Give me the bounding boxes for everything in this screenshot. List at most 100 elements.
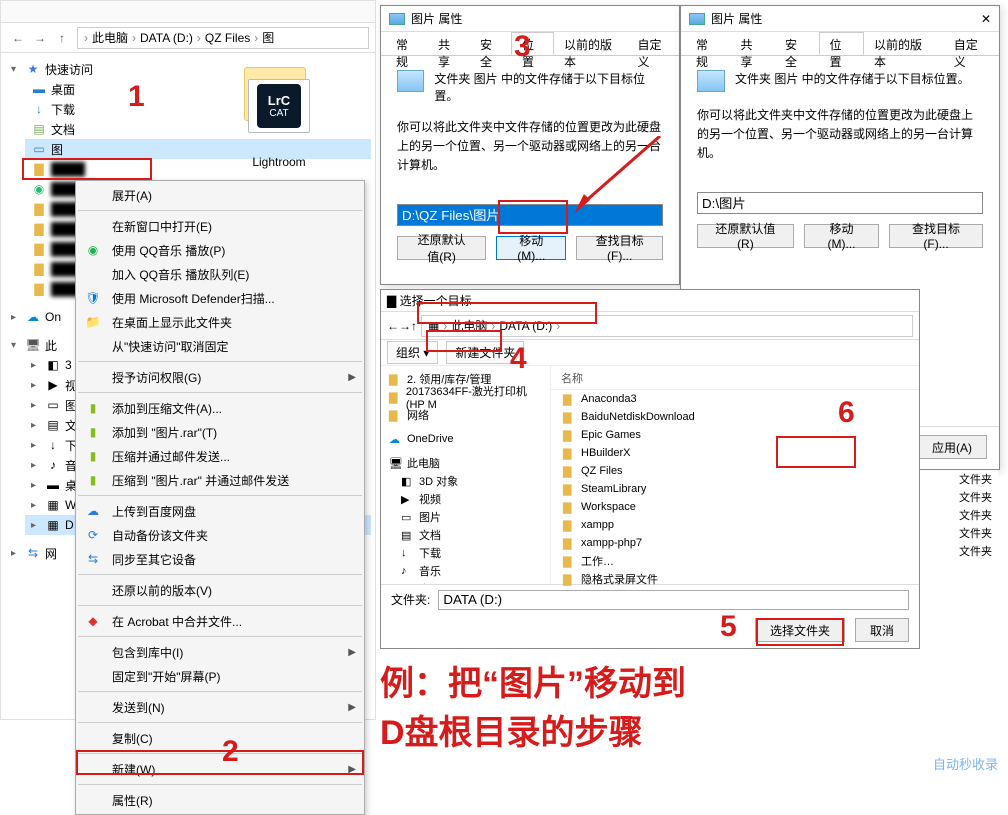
mi-qq-queue[interactable]: 加入 QQ音乐 播放队列(E) — [76, 262, 364, 286]
video-icon: ▶ — [45, 377, 61, 393]
find-target-button[interactable]: 查找目标(F)... — [576, 236, 663, 260]
mi-new[interactable]: 新建(W)▶ — [76, 757, 364, 781]
tree-this-pc[interactable]: 🖥此电脑 — [383, 454, 548, 472]
mi-add-archive[interactable]: ▮添加到压缩文件(A)... — [76, 396, 364, 420]
tab-security[interactable]: 安全 — [774, 32, 820, 55]
picker-title-bar[interactable]: ▇ 选择一个目标 — [381, 290, 919, 312]
rar-icon: ▮ — [84, 399, 102, 417]
picture-icon — [689, 13, 705, 25]
list-item[interactable]: ▇QZ Files — [551, 462, 919, 480]
tab-custom[interactable]: 自定义 — [943, 32, 1000, 55]
mi-zip-email[interactable]: ▮压缩并通过邮件发送... — [76, 444, 364, 468]
move-button[interactable]: 移动(M)... — [496, 236, 566, 260]
nav-back-icon[interactable]: ← — [7, 27, 29, 49]
new-folder-button[interactable]: 新建文件夹 — [446, 341, 524, 364]
desktop-icon: ▬ — [45, 477, 61, 493]
crumb-2[interactable]: QZ Files — [203, 31, 252, 45]
nav-forward-icon[interactable]: → — [29, 27, 51, 49]
restore-default-button[interactable]: 还原默认值(R) — [397, 236, 486, 260]
list-item[interactable]: ▇Anaconda3 — [551, 390, 919, 408]
tab-location[interactable]: 位置 — [819, 32, 865, 55]
tree-onedrive[interactable]: ☁OneDrive — [383, 430, 548, 448]
mi-baidu-upload[interactable]: ☁上传到百度网盘 — [76, 499, 364, 523]
list-item[interactable]: ▇HBuilderX — [551, 444, 919, 462]
mi-show-desktop[interactable]: 📁在桌面上显示此文件夹 — [76, 310, 364, 334]
tab-security[interactable]: 安全 — [469, 32, 512, 55]
folder-field-label: 文件夹: — [391, 591, 430, 608]
mi-acrobat-merge[interactable]: ◆在 Acrobat 中合并文件... — [76, 609, 364, 633]
mi-copy[interactable]: 复制(C) — [76, 726, 364, 750]
explorer-content[interactable]: LrC CAT Lightroom — [181, 57, 377, 169]
desktop-icon: ▬ — [31, 81, 47, 97]
folder-name-input[interactable] — [438, 590, 909, 610]
column-header-name[interactable]: 名称 — [551, 370, 919, 390]
breadcrumb[interactable]: › 此电脑 › DATA (D:) › QZ Files › 图 — [77, 27, 369, 49]
dialog-title-bar[interactable]: 图片 属性✕ — [681, 6, 999, 32]
folder-item[interactable]: LrC CAT Lightroom — [181, 65, 377, 169]
mi-auto-backup[interactable]: ⟳自动备份该文件夹 — [76, 523, 364, 547]
list-item[interactable]: ▇BaiduNetdiskDownload — [551, 408, 919, 426]
mi-grant-access[interactable]: 授予访问权限(G)▶ — [76, 365, 364, 389]
tree-videos[interactable]: ▶视频 — [383, 490, 548, 508]
tree-3d[interactable]: ◧3D 对象 — [383, 472, 548, 490]
tree-downloads[interactable]: ↓下载 — [383, 544, 548, 562]
crumb-0[interactable]: 此电脑 — [90, 29, 130, 46]
nav-forward-icon[interactable]: → — [399, 319, 411, 333]
mi-sync-other[interactable]: ⇆同步至其它设备 — [76, 547, 364, 571]
dlg-heading: 文件夹 图片 中的文件存储于以下目标位置。 — [735, 70, 970, 87]
mi-pin-start[interactable]: 固定到"开始"屏幕(P) — [76, 664, 364, 688]
apply-button[interactable]: 应用(A) — [917, 435, 987, 459]
mi-open-new-window[interactable]: 在新窗口中打开(E) — [76, 214, 364, 238]
tree-item[interactable]: ▇20173634FF-激光打印机 (HP M — [383, 388, 548, 406]
mi-qq-play[interactable]: ◉使用 QQ音乐 播放(P) — [76, 238, 364, 262]
nav-up-icon[interactable]: ↑ — [411, 319, 417, 333]
tab-location[interactable]: 位置 — [511, 32, 554, 55]
crumb-1[interactable]: DATA (D:) — [138, 31, 195, 45]
dialog-title-bar[interactable]: 图片 属性 — [381, 6, 679, 32]
picture-icon — [389, 13, 405, 25]
list-item[interactable]: ▇Workspace — [551, 498, 919, 516]
mi-add-rar[interactable]: ▮添加到 "图片.rar"(T) — [76, 420, 364, 444]
move-button[interactable]: 移动(M)... — [804, 224, 879, 248]
tab-share[interactable]: 共享 — [427, 32, 470, 55]
location-path-input[interactable] — [397, 204, 663, 226]
list-item[interactable]: ▇xampp-php7 — [551, 534, 919, 552]
close-icon[interactable]: ✕ — [981, 12, 991, 26]
list-item[interactable]: ▇工作… — [551, 552, 919, 570]
tab-share[interactable]: 共享 — [730, 32, 776, 55]
mi-restore-previous[interactable]: 还原以前的版本(V) — [76, 578, 364, 602]
nav-back-icon[interactable]: ← — [387, 319, 399, 333]
mi-zip-rar-email[interactable]: ▮压缩到 "图片.rar" 并通过邮件发送 — [76, 468, 364, 492]
location-path-input[interactable] — [697, 192, 983, 214]
nav-up-icon[interactable]: ↑ — [51, 27, 73, 49]
organize-button[interactable]: 组织 ▾ — [387, 341, 438, 364]
folder-picker-dialog: ▇ 选择一个目标 ← → ↑ ▦ › 此电脑 › DATA (D:) › 组织 … — [380, 289, 920, 649]
list-item[interactable]: ▇隐格式录屏文件 — [551, 570, 919, 588]
tree-desktop[interactable]: ▬桌面 — [383, 580, 548, 584]
find-target-button[interactable]: 查找目标(F)... — [889, 224, 983, 248]
mi-expand[interactable]: 展开(A) — [76, 183, 364, 207]
watermark-text: 自动秒收录 — [933, 754, 998, 773]
picker-cancel-button[interactable]: 取消 — [855, 618, 909, 642]
list-item[interactable]: ▇xampp — [551, 516, 919, 534]
mi-defender-scan[interactable]: 🛡使用 Microsoft Defender扫描... — [76, 286, 364, 310]
cloud-icon: ☁ — [25, 309, 41, 325]
tree-docs[interactable]: ▤文档 — [383, 526, 548, 544]
list-item[interactable]: ▇SteamLibrary — [551, 480, 919, 498]
restore-default-button[interactable]: 还原默认值(R) — [697, 224, 794, 248]
tree-music[interactable]: ♪音乐 — [383, 562, 548, 580]
select-folder-button[interactable]: 选择文件夹 — [755, 618, 845, 642]
tab-general[interactable]: 常规 — [685, 32, 731, 55]
tab-general[interactable]: 常规 — [385, 32, 428, 55]
list-item[interactable]: ▇Epic Games — [551, 426, 919, 444]
mi-include-lib[interactable]: 包含到库中(I)▶ — [76, 640, 364, 664]
picker-breadcrumb[interactable]: ▦ › 此电脑 › DATA (D:) › — [421, 315, 913, 337]
crumb-3[interactable]: 图 — [260, 29, 276, 46]
tab-previous[interactable]: 以前的版本 — [863, 32, 944, 55]
mi-unpin-quick[interactable]: 从"快速访问"取消固定 — [76, 334, 364, 358]
mi-properties[interactable]: 属性(R) — [76, 788, 364, 812]
tab-previous[interactable]: 以前的版本 — [553, 32, 627, 55]
tab-custom[interactable]: 自定义 — [626, 32, 680, 55]
mi-sendto[interactable]: 发送到(N)▶ — [76, 695, 364, 719]
tree-pictures[interactable]: ▭图片 — [383, 508, 548, 526]
